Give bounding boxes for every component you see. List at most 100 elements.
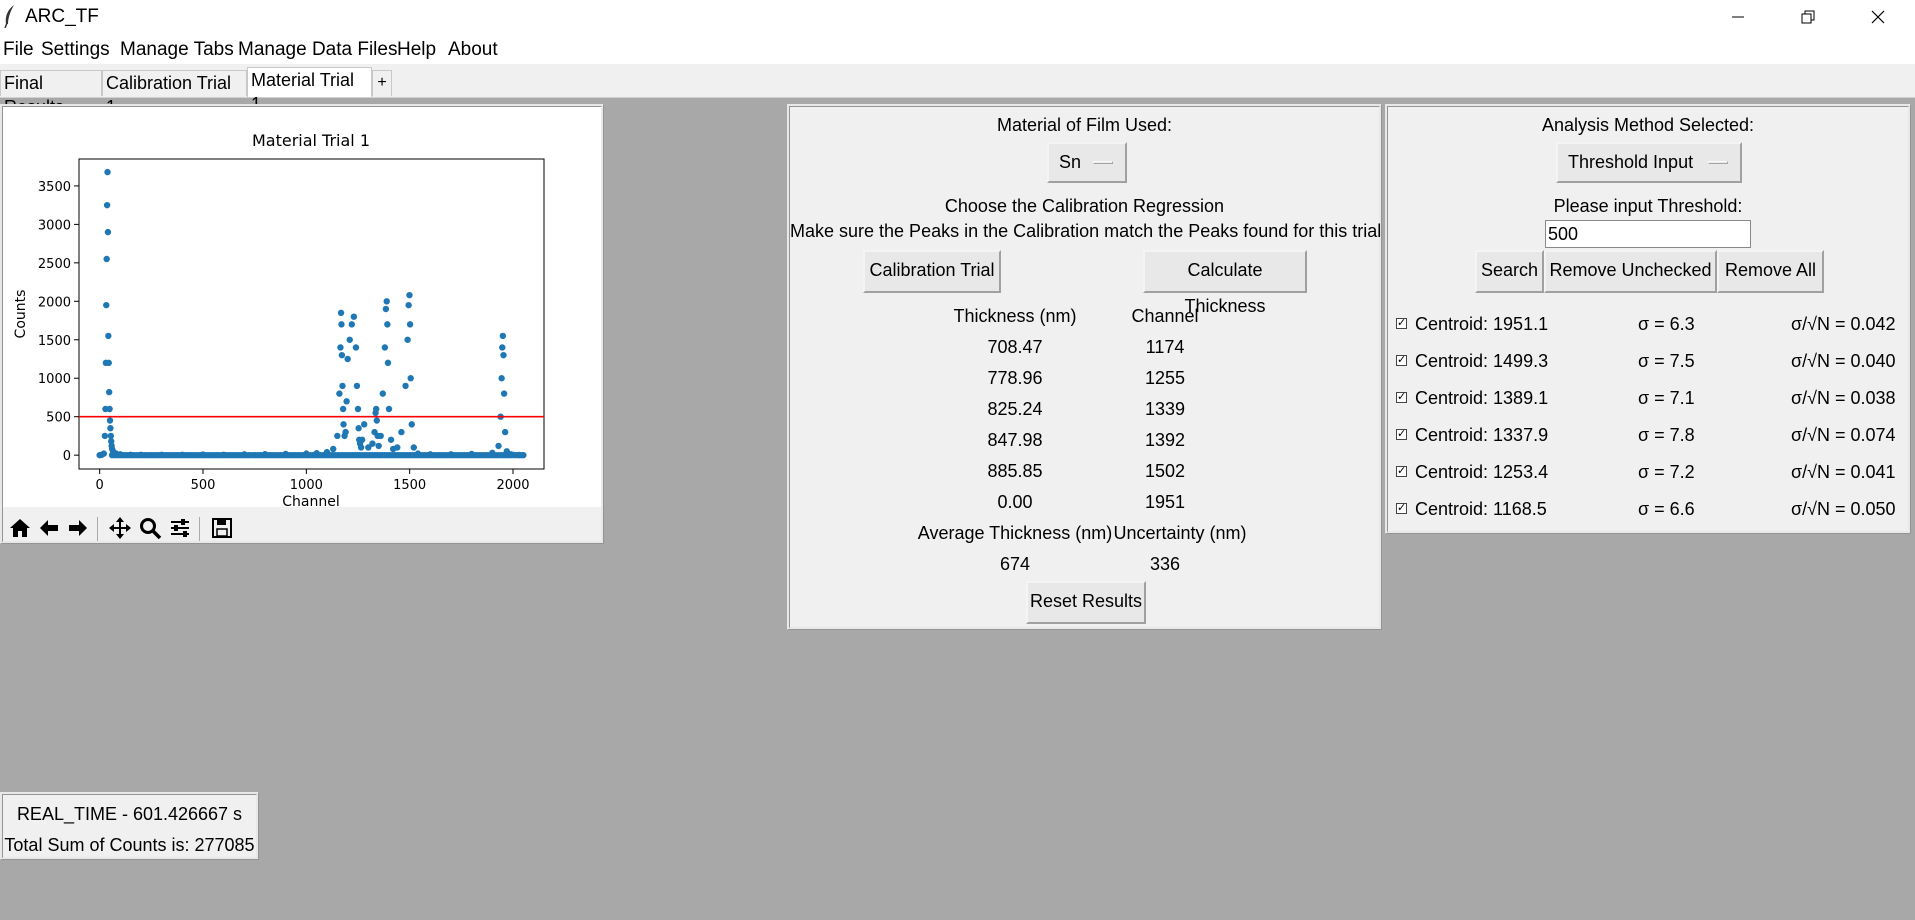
calibration-heading: Choose the Calibration Regression xyxy=(944,196,1225,216)
channel-cell: 1502 xyxy=(1144,461,1186,481)
material-dropdown[interactable]: Sn xyxy=(1047,142,1127,183)
status-panel: REAL_TIME - 601.426667 s Total Sum of Co… xyxy=(0,792,259,860)
peak-centroid: Centroid: 1951.1 xyxy=(1415,314,1549,334)
tab-calibration-trial-1[interactable]: Calibration Trial 1 xyxy=(102,70,247,117)
peak-sigma: σ = 7.8 xyxy=(1638,425,1695,445)
data-point xyxy=(501,428,509,436)
peak-centroid: Centroid: 1168.5 xyxy=(1415,499,1547,519)
peak-checkbox[interactable]: ✓ xyxy=(1396,466,1407,477)
menu-bar: File Settings Manage Tabs Manage Data Fi… xyxy=(0,34,1915,64)
data-point xyxy=(369,440,376,447)
threshold-input[interactable] xyxy=(1545,220,1751,248)
calculate-thickness-button[interactable]: Calculate Thickness xyxy=(1143,250,1307,316)
window-title: ARC_TF xyxy=(25,6,99,27)
data-point xyxy=(100,450,108,457)
data-point xyxy=(342,428,349,436)
data-point xyxy=(384,359,392,367)
tab-bar: Final Results Calibration Trial 1 Materi… xyxy=(0,64,1915,117)
data-point xyxy=(499,344,506,351)
data-point xyxy=(104,168,111,176)
pan-icon[interactable] xyxy=(107,515,133,541)
data-point xyxy=(394,444,401,451)
analysis-method-value: Threshold Input xyxy=(1568,152,1694,172)
data-point xyxy=(404,336,411,343)
plot-panel: 0 500 1000 1500 2000 0 500 1000 1500 2000 2500 3000… xyxy=(0,104,604,544)
toolbar-divider xyxy=(97,517,98,541)
peak-sigma-ratio: σ/√N = 0.040 xyxy=(1791,351,1896,371)
remove-unchecked-button[interactable]: Remove Unchecked xyxy=(1544,250,1717,293)
peak-sigma-ratio: σ/√N = 0.038 xyxy=(1791,388,1896,408)
menu-about[interactable]: About xyxy=(448,39,498,61)
data-point xyxy=(344,355,351,363)
data-point xyxy=(406,291,413,299)
back-icon[interactable] xyxy=(36,515,62,541)
thickness-panel: Material of Film Used: Sn Choose the Cal… xyxy=(787,104,1382,630)
thickness-cell: 885.85 xyxy=(987,461,1043,481)
forward-icon[interactable] xyxy=(65,515,91,541)
calibration-trial-button[interactable]: Calibration Trial xyxy=(863,250,1001,293)
analysis-method-label: Analysis Method Selected: xyxy=(1541,115,1755,135)
peak-checkbox[interactable]: ✓ xyxy=(1396,503,1407,514)
data-point xyxy=(352,344,360,351)
data-point xyxy=(107,425,114,432)
x-axis-label: Channel xyxy=(282,494,339,507)
peak-sigma: σ = 6.6 xyxy=(1638,499,1695,519)
data-point xyxy=(338,351,346,359)
analysis-method-dropdown[interactable]: Threshold Input xyxy=(1556,142,1742,183)
data-point xyxy=(387,436,395,443)
peak-centroid: Centroid: 1337.9 xyxy=(1415,425,1549,445)
menu-settings[interactable]: Settings xyxy=(41,39,110,61)
data-point xyxy=(337,309,345,317)
y-axis-label: Counts xyxy=(13,290,29,339)
data-point xyxy=(104,228,112,236)
channel-cell: 1392 xyxy=(1144,430,1186,450)
save-icon[interactable] xyxy=(209,515,235,541)
peak-checkbox[interactable]: ✓ xyxy=(1396,392,1407,403)
y-tick-label: 2500 xyxy=(38,257,71,272)
peak-checkbox[interactable]: ✓ xyxy=(1396,318,1407,329)
data-point xyxy=(354,405,362,413)
peak-checkbox[interactable]: ✓ xyxy=(1396,429,1407,440)
data-point xyxy=(105,359,112,367)
menu-help[interactable]: Help xyxy=(397,39,436,61)
data-point xyxy=(343,398,350,405)
close-button[interactable] xyxy=(1843,0,1913,34)
data-point xyxy=(373,417,381,424)
material-label: Material of Film Used: xyxy=(996,115,1173,135)
tab-material-trial-1[interactable]: Material Trial 1 xyxy=(247,67,372,114)
peak-centroid: Centroid: 1253.4 xyxy=(1415,462,1549,482)
peak-sigma: σ = 6.3 xyxy=(1638,314,1695,334)
peak-checkbox[interactable]: ✓ xyxy=(1396,355,1407,366)
peak-centroid: Centroid: 1499.3 xyxy=(1415,351,1549,371)
channel-cell: 1951 xyxy=(1144,492,1186,512)
close-icon xyxy=(1871,10,1885,24)
menu-manage-tabs[interactable]: Manage Tabs xyxy=(120,39,234,61)
thickness-cell: 825.24 xyxy=(987,399,1043,419)
peak-sigma: σ = 7.2 xyxy=(1638,462,1695,482)
restore-button[interactable] xyxy=(1773,0,1843,34)
average-thickness-label: Average Thickness (nm) xyxy=(917,523,1113,543)
menu-file[interactable]: File xyxy=(3,39,34,61)
reset-results-button[interactable]: Reset Results xyxy=(1026,581,1146,624)
x-tick-label: 0 xyxy=(96,478,104,493)
peak-sigma-ratio: σ/√N = 0.074 xyxy=(1791,425,1896,445)
data-point xyxy=(379,390,386,397)
uncertainty-label: Uncertainty (nm) xyxy=(1113,523,1247,543)
analysis-panel: Analysis Method Selected: Threshold Inpu… xyxy=(1385,104,1911,534)
data-point xyxy=(495,442,502,450)
search-button[interactable]: Search xyxy=(1475,250,1544,293)
channel-cell: 1339 xyxy=(1144,399,1186,419)
home-icon[interactable] xyxy=(7,515,33,541)
threshold-label: Please input Threshold: xyxy=(1553,196,1743,216)
tab-add[interactable]: + xyxy=(372,70,392,96)
tab-final-results[interactable]: Final Results xyxy=(0,70,102,117)
thickness-cell: 708.47 xyxy=(987,337,1043,357)
menu-manage-data-files[interactable]: Manage Data Files xyxy=(238,39,397,61)
restore-icon xyxy=(1801,10,1815,24)
zoom-icon[interactable] xyxy=(137,515,163,541)
remove-all-button[interactable]: Remove All xyxy=(1717,250,1824,293)
configure-subplots-icon[interactable] xyxy=(167,515,193,541)
minimize-button[interactable] xyxy=(1703,0,1773,34)
thickness-cell: 0.00 xyxy=(997,492,1033,512)
peak-sigma-ratio: σ/√N = 0.041 xyxy=(1791,462,1896,482)
